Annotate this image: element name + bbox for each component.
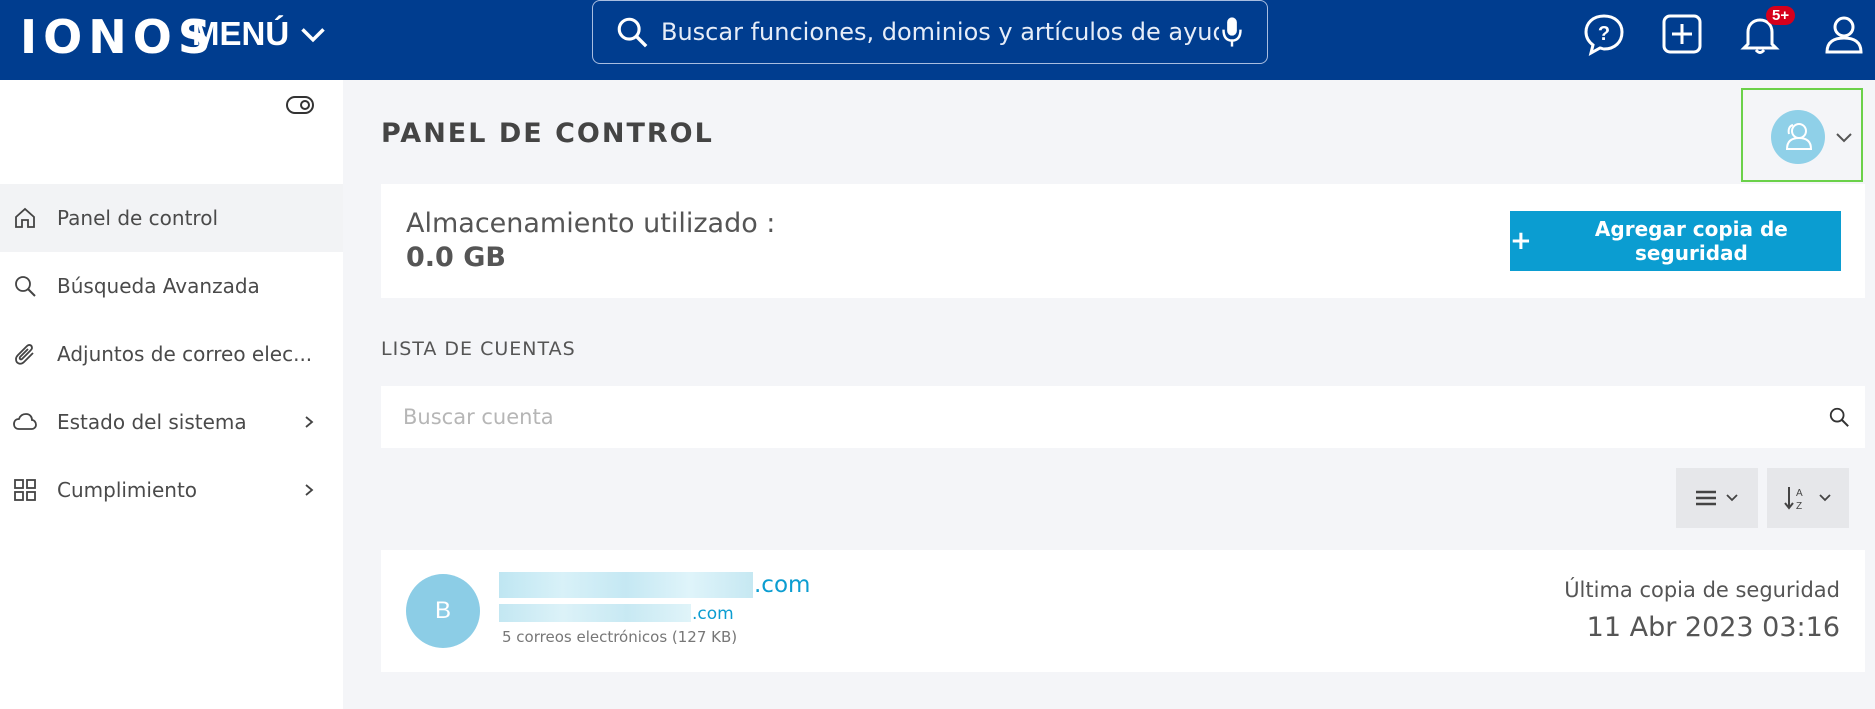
cloud-icon — [13, 413, 37, 430]
last-backup-value: 11 Abr 2023 03:16 — [1586, 612, 1840, 643]
menu-button[interactable]: MENÚ — [192, 14, 327, 54]
sidebar-item-label: Estado del sistema — [57, 410, 247, 434]
menu-label: MENÚ — [192, 15, 290, 52]
search-icon — [15, 276, 36, 297]
grid-icon — [14, 479, 36, 501]
account-search-box[interactable] — [381, 386, 1865, 448]
svg-text:A: A — [1796, 488, 1803, 499]
sort-az-icon: AZ — [1784, 487, 1803, 511]
chevron-down-icon — [301, 28, 325, 43]
sidebar: Panel de control Búsqueda Avanzada Adjun… — [0, 80, 343, 709]
add-backup-button[interactable]: + Agregar copia de seguridad — [1510, 211, 1841, 271]
chevron-right-icon — [305, 416, 314, 428]
paperclip-icon — [15, 344, 34, 365]
chevron-right-icon — [305, 484, 314, 496]
help-icon[interactable]: ? — [1582, 12, 1626, 56]
storage-value: 0.0 GB — [406, 242, 506, 273]
plus-icon: + — [1510, 226, 1532, 256]
add-icon[interactable] — [1660, 12, 1704, 56]
home-icon — [15, 207, 35, 228]
top-bar: IONOS MENÚ ? 5+ — [0, 0, 1875, 80]
search-icon — [617, 17, 648, 48]
account-domain-link[interactable]: .com — [754, 572, 810, 598]
avatar — [1771, 110, 1825, 164]
account-search-input[interactable] — [403, 398, 1783, 436]
sidebar-toggle-icon[interactable] — [286, 96, 314, 114]
svg-text:?: ? — [1598, 23, 1610, 45]
sidebar-item-busqueda-avanzada[interactable]: Búsqueda Avanzada — [0, 252, 343, 320]
chevron-down-icon — [1726, 494, 1738, 502]
sort-button[interactable]: AZ — [1767, 468, 1849, 528]
account-info: 5 correos electrónicos (127 KB) — [502, 628, 738, 646]
sidebar-item-cumplimiento[interactable]: Cumplimiento — [0, 456, 343, 524]
storage-label: Almacenamiento utilizado : — [406, 208, 776, 239]
account-row[interactable]: B .com .com 5 correos electrónicos (127 … — [381, 550, 1865, 672]
redacted-domain — [499, 572, 753, 598]
users-icon — [1785, 123, 1813, 150]
search-icon[interactable] — [1828, 406, 1850, 428]
sidebar-item-panel-de-control[interactable]: Panel de control — [0, 184, 343, 252]
storage-card: Almacenamiento utilizado : 0.0 GB + Agre… — [381, 184, 1865, 298]
chevron-down-icon — [1836, 133, 1852, 143]
add-backup-label: Agregar copia de seguridad — [1594, 217, 1788, 265]
global-search-input[interactable] — [649, 18, 1219, 46]
user-account-menu[interactable] — [1741, 88, 1863, 182]
sidebar-item-label: Adjuntos de correo elec... — [57, 342, 313, 366]
svg-text:Z: Z — [1796, 501, 1802, 511]
account-avatar: B — [406, 574, 480, 648]
global-search-box[interactable] — [592, 0, 1268, 64]
account-alias-link[interactable]: .com — [692, 604, 734, 624]
list-view-button[interactable] — [1676, 468, 1758, 528]
sidebar-item-label: Panel de control — [57, 206, 218, 230]
accounts-section-title: LISTA DE CUENTAS — [381, 338, 576, 360]
sidebar-item-label: Cumplimiento — [57, 478, 198, 502]
sidebar-item-estado-del-sistema[interactable]: Estado del sistema — [0, 388, 343, 456]
microphone-icon[interactable] — [1219, 15, 1245, 49]
redacted-alias — [499, 604, 691, 622]
last-backup-label: Última copia de seguridad — [1564, 578, 1840, 602]
list-icon — [1696, 490, 1716, 506]
page-title: PANEL DE CONTROL — [381, 118, 714, 149]
ionos-logo[interactable]: IONOS — [20, 10, 217, 64]
notification-badge: 5+ — [1766, 6, 1796, 25]
chevron-down-icon — [1819, 494, 1831, 502]
user-icon[interactable] — [1822, 12, 1866, 56]
sidebar-item-adjuntos[interactable]: Adjuntos de correo elec... — [0, 320, 343, 388]
sidebar-item-label: Búsqueda Avanzada — [57, 274, 260, 298]
